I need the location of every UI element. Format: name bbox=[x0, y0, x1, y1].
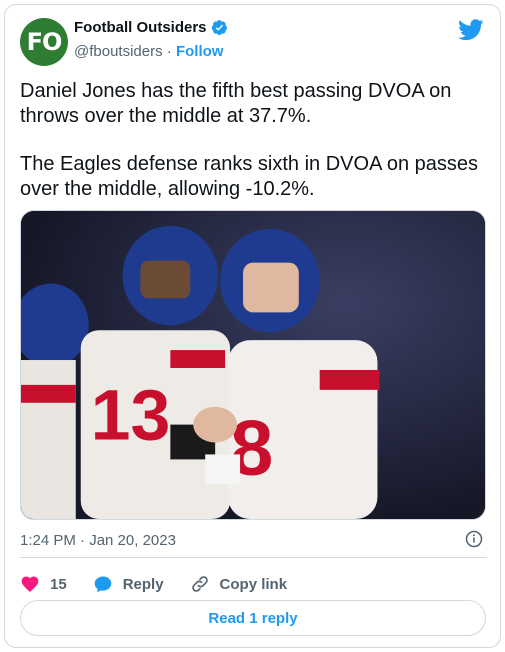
reply-bubble-icon bbox=[94, 576, 112, 593]
tweet-photo[interactable]: 13 8 bbox=[20, 210, 486, 520]
like-count: 15 bbox=[50, 575, 67, 593]
author-handle-row: @fboutsiders · Follow bbox=[74, 43, 223, 60]
football-players-photo: 13 8 bbox=[21, 211, 485, 519]
info-icon[interactable] bbox=[465, 530, 483, 548]
divider bbox=[20, 557, 487, 558]
tweet-paragraph: Daniel Jones has the fifth best passing … bbox=[20, 80, 452, 127]
reply-label: Reply bbox=[122, 575, 164, 593]
tweet-embed-card: FO Football Outsiders @fboutsiders · Fol… bbox=[4, 4, 501, 648]
heart-icon bbox=[21, 576, 39, 592]
follow-link[interactable]: Follow bbox=[176, 43, 224, 60]
avatar-logo-text: FO bbox=[26, 28, 63, 56]
tweet-timestamp[interactable]: 1:24 PM · Jan 20, 2023 bbox=[20, 532, 176, 549]
copy-link-button[interactable]: Copy link bbox=[190, 574, 288, 594]
link-icon bbox=[191, 576, 208, 592]
copy-link-label: Copy link bbox=[219, 575, 288, 593]
author-name[interactable]: Football Outsiders bbox=[74, 19, 207, 36]
author-avatar[interactable]: FO bbox=[20, 18, 68, 66]
separator-dot: · bbox=[166, 43, 172, 60]
read-replies-button[interactable]: Read 1 reply bbox=[20, 600, 486, 636]
tweet-text: Daniel Jones has the fifth best passing … bbox=[20, 79, 480, 225]
svg-text:13: 13 bbox=[91, 376, 171, 456]
author-name-row[interactable]: Football Outsiders bbox=[74, 19, 228, 36]
like-button[interactable]: 15 bbox=[20, 574, 67, 594]
verified-badge-icon bbox=[211, 20, 227, 35]
tweet-paragraph: The Eagles defense ranks sixth in DVOA o… bbox=[20, 153, 479, 200]
twitter-bird-icon[interactable] bbox=[458, 19, 484, 41]
author-handle[interactable]: @fboutsiders bbox=[74, 43, 163, 60]
action-bar: 15 Reply Copy link bbox=[20, 571, 313, 597]
reply-button[interactable]: Reply bbox=[93, 574, 164, 594]
read-replies-label: Read 1 reply bbox=[208, 609, 298, 627]
